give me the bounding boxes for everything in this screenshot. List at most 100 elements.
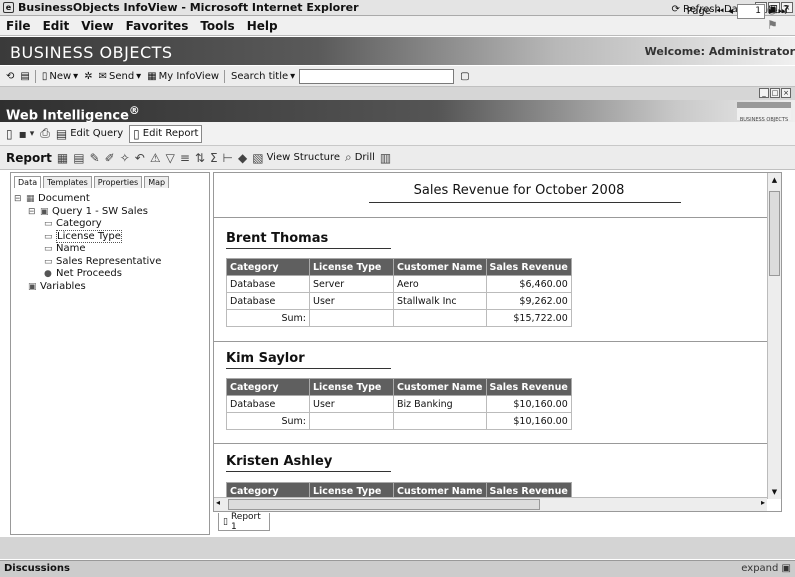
tab-properties[interactable]: Properties — [93, 176, 143, 188]
tab-report-1[interactable]: ▯ Report 1 — [218, 512, 270, 532]
list-view-icon[interactable]: ▤ — [20, 71, 29, 82]
column-header[interactable]: License Type — [309, 378, 394, 396]
menu-tools[interactable]: Tools — [200, 19, 234, 33]
menu-help[interactable]: Help — [247, 19, 278, 33]
next-page-icon[interactable]: ▸ — [769, 6, 774, 17]
column-header[interactable]: Category — [226, 258, 310, 276]
undo-icon[interactable]: ↶ — [135, 151, 145, 165]
format-icon[interactable]: ✎ — [90, 151, 100, 165]
expand-button[interactable]: expand ▣ — [741, 563, 791, 574]
section-name: Brent Thomas — [226, 231, 329, 246]
snapshot-icon[interactable]: ▥ — [380, 151, 391, 165]
break-icon[interactable]: ≡ — [180, 151, 190, 165]
paint-icon[interactable]: ✐ — [105, 151, 115, 165]
save-icon[interactable]: ▪ ▾ — [19, 127, 35, 141]
search-go-icon[interactable]: ▢ — [460, 71, 469, 82]
sum-icon[interactable]: Σ — [210, 151, 218, 165]
column-header[interactable]: Customer Name — [393, 378, 487, 396]
sum-label[interactable]: Sum: — [226, 412, 310, 430]
sum-value[interactable]: $10,160.00 — [485, 412, 572, 430]
column-header[interactable]: Customer Name — [393, 258, 487, 276]
tab-templates[interactable]: Templates — [43, 176, 92, 188]
drill-icon[interactable]: ⌕ — [345, 150, 352, 165]
tree-object-license-type[interactable]: ▭ License Type — [14, 229, 206, 244]
table-cell[interactable]: $9,262.00 — [485, 292, 572, 310]
view-structure-button[interactable]: View Structure — [267, 152, 340, 163]
new-document-icon[interactable]: ▯ — [6, 127, 13, 141]
restore-frame-icon[interactable]: _ — [759, 88, 769, 98]
horizontal-scrollbar[interactable]: ◂ ▸ — [214, 497, 767, 511]
dimension-icon: ▭ — [44, 219, 53, 229]
table-cell[interactable] — [393, 412, 487, 430]
drill-button[interactable]: Drill — [355, 152, 375, 163]
scroll-up-icon[interactable]: ▲ — [769, 174, 780, 186]
column-header[interactable]: Sales Revenue — [485, 258, 572, 276]
vertical-scrollbar[interactable]: ▲ ▼ — [767, 173, 781, 499]
table-cell[interactable]: $10,160.00 — [485, 395, 572, 413]
organize-icon[interactable]: ✲ — [84, 71, 92, 82]
scroll-left-icon[interactable]: ◂ — [216, 498, 220, 507]
scroll-right-icon[interactable]: ▸ — [761, 498, 765, 507]
scroll-thumb[interactable] — [769, 191, 780, 276]
menu-favorites[interactable]: Favorites — [126, 19, 189, 33]
alert-icon[interactable]: ⚠ — [150, 151, 161, 165]
lock-icon[interactable]: ◆ — [238, 151, 247, 165]
close-frame-icon[interactable]: × — [781, 88, 791, 98]
edit-query-button[interactable]: ▤ Edit Query — [56, 127, 123, 141]
tree-query[interactable]: ⊟ ▣ Query 1 - SW Sales — [14, 206, 206, 219]
my-infoview-button[interactable]: ▦ My InfoView — [147, 71, 219, 82]
sum-value[interactable]: $15,722.00 — [485, 309, 572, 327]
ranking-icon[interactable]: ⊢ — [223, 151, 233, 165]
tree-object-net-proceeds[interactable]: ● Net Proceeds — [14, 268, 206, 281]
menu-view[interactable]: View — [81, 19, 113, 33]
table-cell[interactable]: Database — [226, 275, 310, 293]
filter-icon[interactable]: ▽ — [166, 151, 175, 165]
sort-icon[interactable]: ⇅ — [195, 151, 205, 165]
tab-data[interactable]: Data — [14, 176, 42, 188]
tree-object-category[interactable]: ▭ Category — [14, 218, 206, 231]
previous-page-icon[interactable]: ◂ — [728, 6, 733, 17]
sum-label[interactable]: Sum: — [226, 309, 310, 327]
scroll-thumb[interactable] — [228, 499, 540, 510]
search-input[interactable] — [299, 68, 455, 84]
table-cell[interactable]: Database — [226, 395, 310, 413]
send-button[interactable]: ✉ Send ▾ — [99, 71, 142, 82]
tab-map[interactable]: Map — [144, 176, 170, 188]
wizard-icon[interactable]: ✧ — [120, 151, 130, 165]
table-cell[interactable]: Biz Banking — [393, 395, 487, 413]
discussions-label[interactable]: Discussions — [4, 563, 70, 574]
table-cell[interactable] — [393, 309, 487, 327]
table-cell[interactable] — [309, 412, 394, 430]
view-structure-icon[interactable]: ▧ — [252, 151, 263, 165]
tree-variables[interactable]: ▣ Variables — [14, 281, 206, 294]
table-icon[interactable]: ▤ — [73, 151, 84, 165]
tree-document[interactable]: ⊟ ▦ Document — [14, 193, 206, 206]
table-cell[interactable] — [309, 309, 394, 327]
scroll-down-icon[interactable]: ▼ — [769, 486, 780, 498]
column-header[interactable]: Sales Revenue — [485, 378, 572, 396]
refresh-icon[interactable]: ⟲ — [6, 71, 14, 82]
table-cell[interactable]: Stallwalk Inc — [393, 292, 487, 310]
tree-object-sales-representative[interactable]: ▭ Sales Representative — [14, 256, 206, 269]
table-cell[interactable]: Aero — [393, 275, 487, 293]
edit-report-button[interactable]: ▯ Edit Report — [129, 124, 203, 143]
print-icon[interactable]: ⎙ — [40, 126, 50, 141]
column-header[interactable]: Category — [226, 378, 310, 396]
table-cell[interactable]: Server — [309, 275, 394, 293]
last-page-icon[interactable]: ⏭ — [778, 6, 787, 17]
column-header[interactable]: License Type — [309, 258, 394, 276]
maximize-frame-icon[interactable]: □ — [770, 88, 780, 98]
search-scope-dropdown[interactable]: Search title ▾ — [231, 71, 295, 82]
windows-flag-icon: ⚑ — [767, 18, 778, 32]
table-cell[interactable]: $6,460.00 — [485, 275, 572, 293]
table-cell[interactable]: User — [309, 395, 394, 413]
chart-icon[interactable]: ▦ — [57, 151, 68, 165]
first-page-icon[interactable]: ⏮ — [715, 6, 724, 17]
page-number-input[interactable]: 1 — [736, 4, 765, 19]
menu-edit[interactable]: Edit — [43, 19, 70, 33]
tree-object-name[interactable]: ▭ Name — [14, 243, 206, 256]
menu-file[interactable]: File — [6, 19, 31, 33]
table-cell[interactable]: User — [309, 292, 394, 310]
new-button[interactable]: ▯ New ▾ — [42, 71, 78, 82]
table-cell[interactable]: Database — [226, 292, 310, 310]
